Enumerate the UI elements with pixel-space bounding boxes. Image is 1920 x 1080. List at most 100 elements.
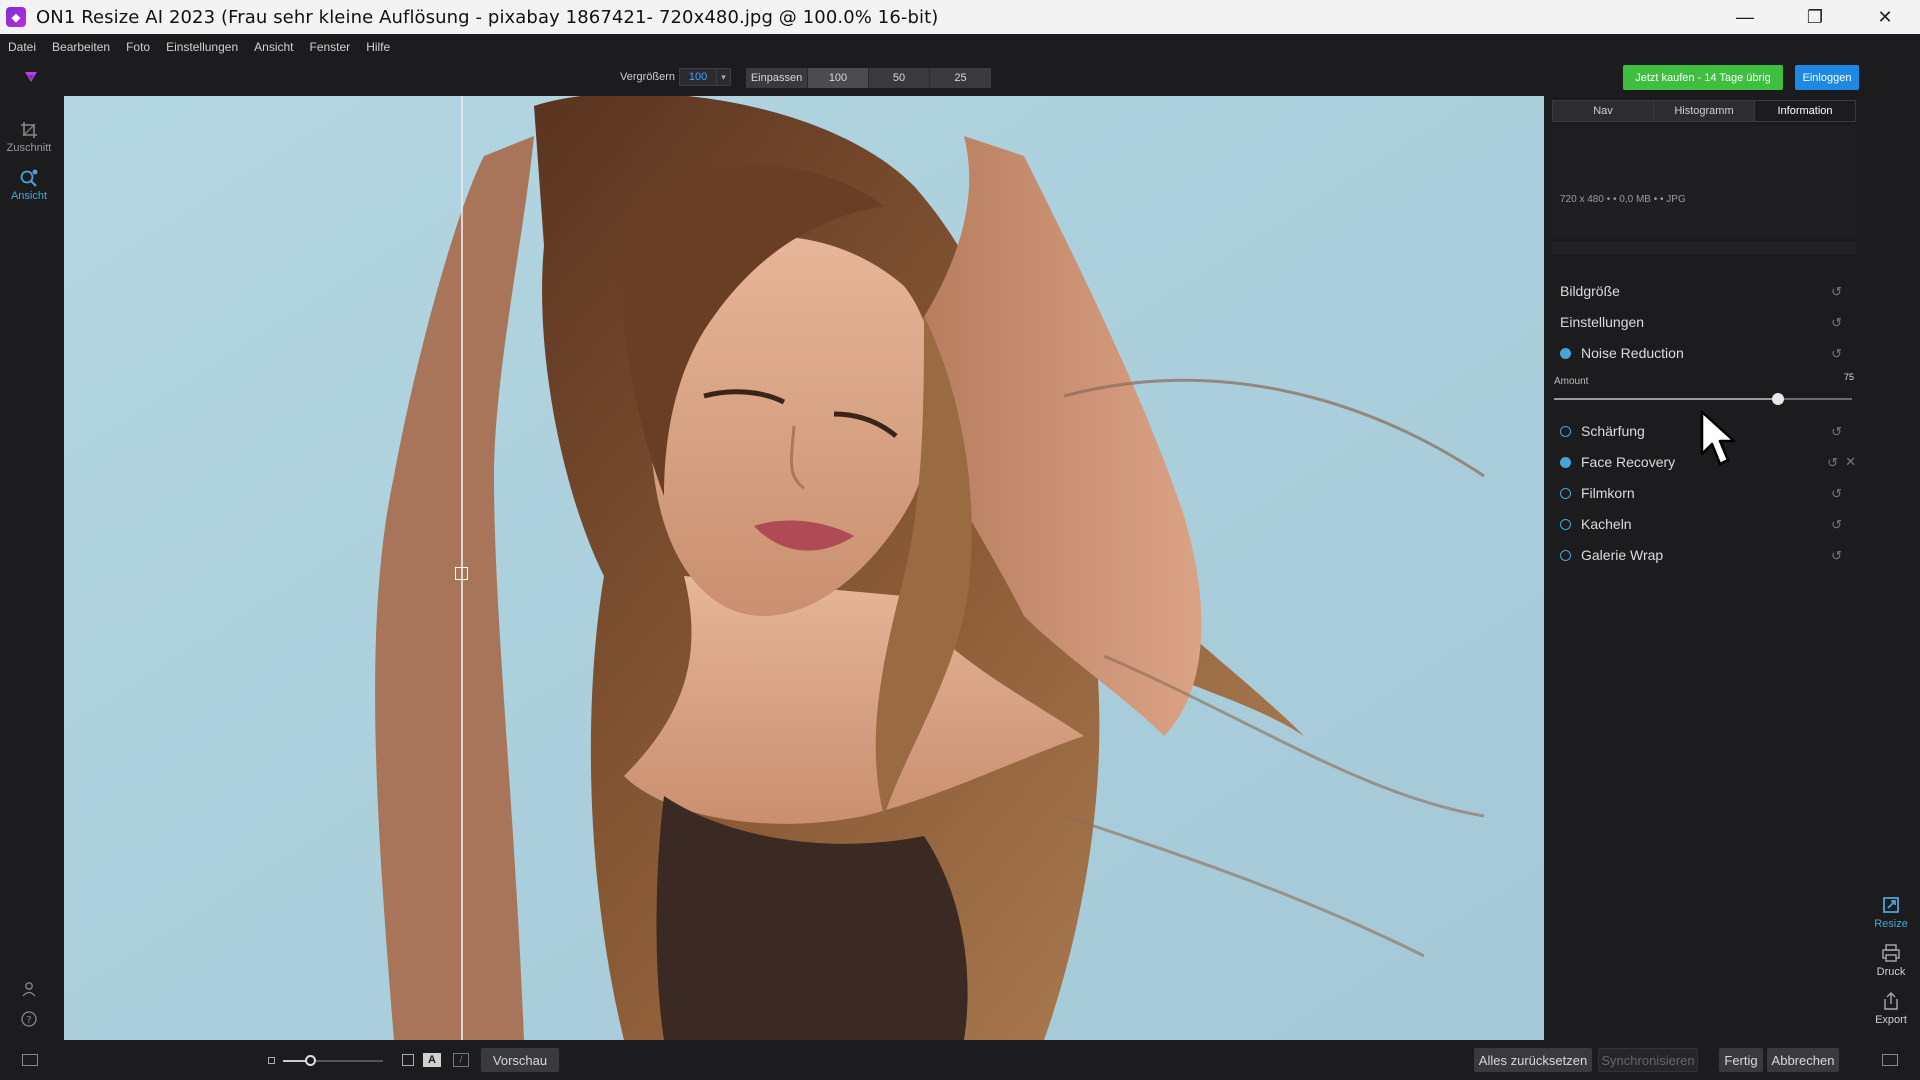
zoom-presets: Einpassen 100 50 25 xyxy=(746,68,991,88)
menu-foto[interactable]: Foto xyxy=(126,40,150,54)
menu-ansicht[interactable]: Ansicht xyxy=(254,40,293,54)
title-bar: ◆ ON1 Resize AI 2023 (Frau sehr kleine A… xyxy=(0,0,1920,34)
panel-separator xyxy=(1552,242,1856,254)
tool-view[interactable]: Ansicht xyxy=(0,168,58,202)
reset-all-button[interactable]: Alles zurücksetzen xyxy=(1474,1048,1592,1072)
printer-icon xyxy=(1882,944,1900,962)
zoom-input[interactable]: 100 xyxy=(679,68,718,86)
section-noise-reduction-label: Noise Reduction xyxy=(1581,345,1684,361)
right-module-rail: Resize Druck Export xyxy=(1862,96,1920,1040)
compare-a-icon[interactable]: A xyxy=(423,1053,441,1067)
module-resize-label: Resize xyxy=(1874,918,1908,930)
amount-slider[interactable] xyxy=(1554,393,1852,405)
section-bildgroesse-label: Bildgröße xyxy=(1560,283,1620,299)
user-icon[interactable] xyxy=(20,980,38,998)
zoom-100-button[interactable]: 100 xyxy=(808,68,869,88)
on1-logo-icon[interactable] xyxy=(22,68,40,86)
reset-icon[interactable]: ↺ xyxy=(1831,548,1842,564)
resize-ai-icon xyxy=(1883,897,1899,913)
menu-einstellungen[interactable]: Einstellungen xyxy=(166,40,238,54)
section-bildgroesse[interactable]: Bildgröße ↺ xyxy=(1552,276,1856,306)
magnifier-icon xyxy=(20,169,38,187)
preview-button[interactable]: Vorschau xyxy=(481,1048,559,1072)
bottom-bar: A / Vorschau Alles zurücksetzen Synchron… xyxy=(0,1040,1920,1080)
amount-label: Amount xyxy=(1554,376,1589,387)
toggle-filmkorn[interactable] xyxy=(1560,487,1571,499)
image-canvas[interactable] xyxy=(64,96,1544,1040)
module-resize[interactable]: Resize xyxy=(1862,894,1920,930)
chevron-down-icon[interactable]: ▾ xyxy=(717,68,732,86)
right-panel: Nav Histogramm Information 720 x 480 • •… xyxy=(1550,96,1860,1040)
menu-bearbeiten[interactable]: Bearbeiten xyxy=(52,40,110,54)
image-info: 720 x 480 • • 0,0 MB • • JPG xyxy=(1560,194,1686,205)
split-view-icon[interactable]: / xyxy=(453,1053,469,1067)
app-logo-icon: ◆ xyxy=(6,7,26,27)
toggle-kacheln[interactable] xyxy=(1560,518,1571,530)
zoom-fit-button[interactable]: Einpassen xyxy=(746,68,808,88)
remove-icon[interactable]: ✕ xyxy=(1845,454,1856,470)
panel-right-toggle-icon[interactable] xyxy=(1882,1054,1898,1066)
section-kacheln-label: Kacheln xyxy=(1581,516,1632,532)
module-print[interactable]: Druck xyxy=(1862,942,1920,978)
section-schaerfung-label: Schärfung xyxy=(1581,423,1645,439)
left-tool-rail: Zuschnitt Ansicht ? xyxy=(0,96,62,1040)
reset-icon[interactable]: ↺ xyxy=(1827,455,1838,471)
close-button[interactable]: ✕ xyxy=(1850,0,1920,34)
tool-view-label: Ansicht xyxy=(10,190,48,202)
zoom-group: Vergrößern 100 ▾ xyxy=(620,68,732,86)
section-filmkorn[interactable]: Filmkorn ↺ xyxy=(1552,478,1856,508)
maximize-button[interactable]: ❐ xyxy=(1780,0,1850,34)
split-handle[interactable] xyxy=(455,567,468,580)
module-export[interactable]: Export xyxy=(1862,990,1920,1026)
tool-crop-label: Zuschnitt xyxy=(6,142,52,154)
section-einstellungen[interactable]: Einstellungen ↺ xyxy=(1552,307,1856,337)
toggle-galerie-wrap[interactable] xyxy=(1560,549,1571,561)
section-filmkorn-label: Filmkorn xyxy=(1581,485,1635,501)
export-icon xyxy=(1884,992,1898,1010)
panel-toggle-icon[interactable] xyxy=(22,1054,38,1066)
small-thumb-icon[interactable] xyxy=(268,1057,275,1064)
login-button[interactable]: Einloggen xyxy=(1795,65,1859,90)
reset-icon[interactable]: ↺ xyxy=(1831,486,1842,502)
section-galerie-wrap-label: Galerie Wrap xyxy=(1581,547,1664,563)
reset-icon[interactable]: ↺ xyxy=(1831,517,1842,533)
zoom-label: Vergrößern xyxy=(620,71,676,83)
tab-histogram[interactable]: Histogramm xyxy=(1654,101,1755,121)
menu-hilfe[interactable]: Hilfe xyxy=(366,40,390,54)
tool-crop[interactable]: Zuschnitt xyxy=(0,120,58,154)
section-einstellungen-label: Einstellungen xyxy=(1560,314,1645,330)
window-controls: — ❐ ✕ xyxy=(1710,0,1920,34)
info-box: 720 x 480 • • 0,0 MB • • JPG xyxy=(1552,126,1856,236)
amount-slider-thumb[interactable] xyxy=(1771,393,1784,405)
cancel-button[interactable]: Abbrechen xyxy=(1767,1048,1839,1072)
module-export-label: Export xyxy=(1875,1014,1907,1026)
reset-icon[interactable]: ↺ xyxy=(1831,424,1842,440)
tab-information[interactable]: Information xyxy=(1755,101,1855,121)
thumbnail-size-slider[interactable] xyxy=(283,1055,383,1066)
reset-icon[interactable]: ↺ xyxy=(1831,315,1842,331)
reset-icon[interactable]: ↺ xyxy=(1831,284,1842,300)
toggle-schaerfung[interactable] xyxy=(1560,425,1571,437)
zoom-25-button[interactable]: 25 xyxy=(930,68,991,88)
reset-icon[interactable]: ↺ xyxy=(1831,346,1842,362)
svg-text:?: ? xyxy=(26,1015,31,1026)
menu-fenster[interactable]: Fenster xyxy=(310,40,351,54)
single-view-icon[interactable] xyxy=(402,1054,414,1066)
panel-tabs: Nav Histogramm Information xyxy=(1552,100,1856,122)
toggle-noise-reduction[interactable] xyxy=(1560,347,1571,359)
buy-now-button[interactable]: Jetzt kaufen - 14 Tage übrig xyxy=(1623,65,1783,90)
sync-button[interactable]: Synchronisieren xyxy=(1598,1048,1698,1072)
menu-datei[interactable]: Datei xyxy=(8,40,36,54)
done-button[interactable]: Fertig xyxy=(1719,1048,1763,1072)
minimize-button[interactable]: — xyxy=(1710,0,1780,34)
help-icon[interactable]: ? xyxy=(20,1010,38,1028)
toggle-face-recovery[interactable] xyxy=(1560,456,1571,468)
zoom-50-button[interactable]: 50 xyxy=(869,68,930,88)
thumbnail-slider-thumb[interactable] xyxy=(305,1055,316,1066)
section-noise-reduction[interactable]: Noise Reduction ↺ xyxy=(1552,338,1856,368)
section-galerie-wrap[interactable]: Galerie Wrap ↺ xyxy=(1552,540,1856,570)
amount-value[interactable]: 75 xyxy=(1824,372,1854,388)
tab-nav[interactable]: Nav xyxy=(1553,101,1654,121)
module-print-label: Druck xyxy=(1876,966,1906,978)
section-kacheln[interactable]: Kacheln ↺ xyxy=(1552,509,1856,539)
